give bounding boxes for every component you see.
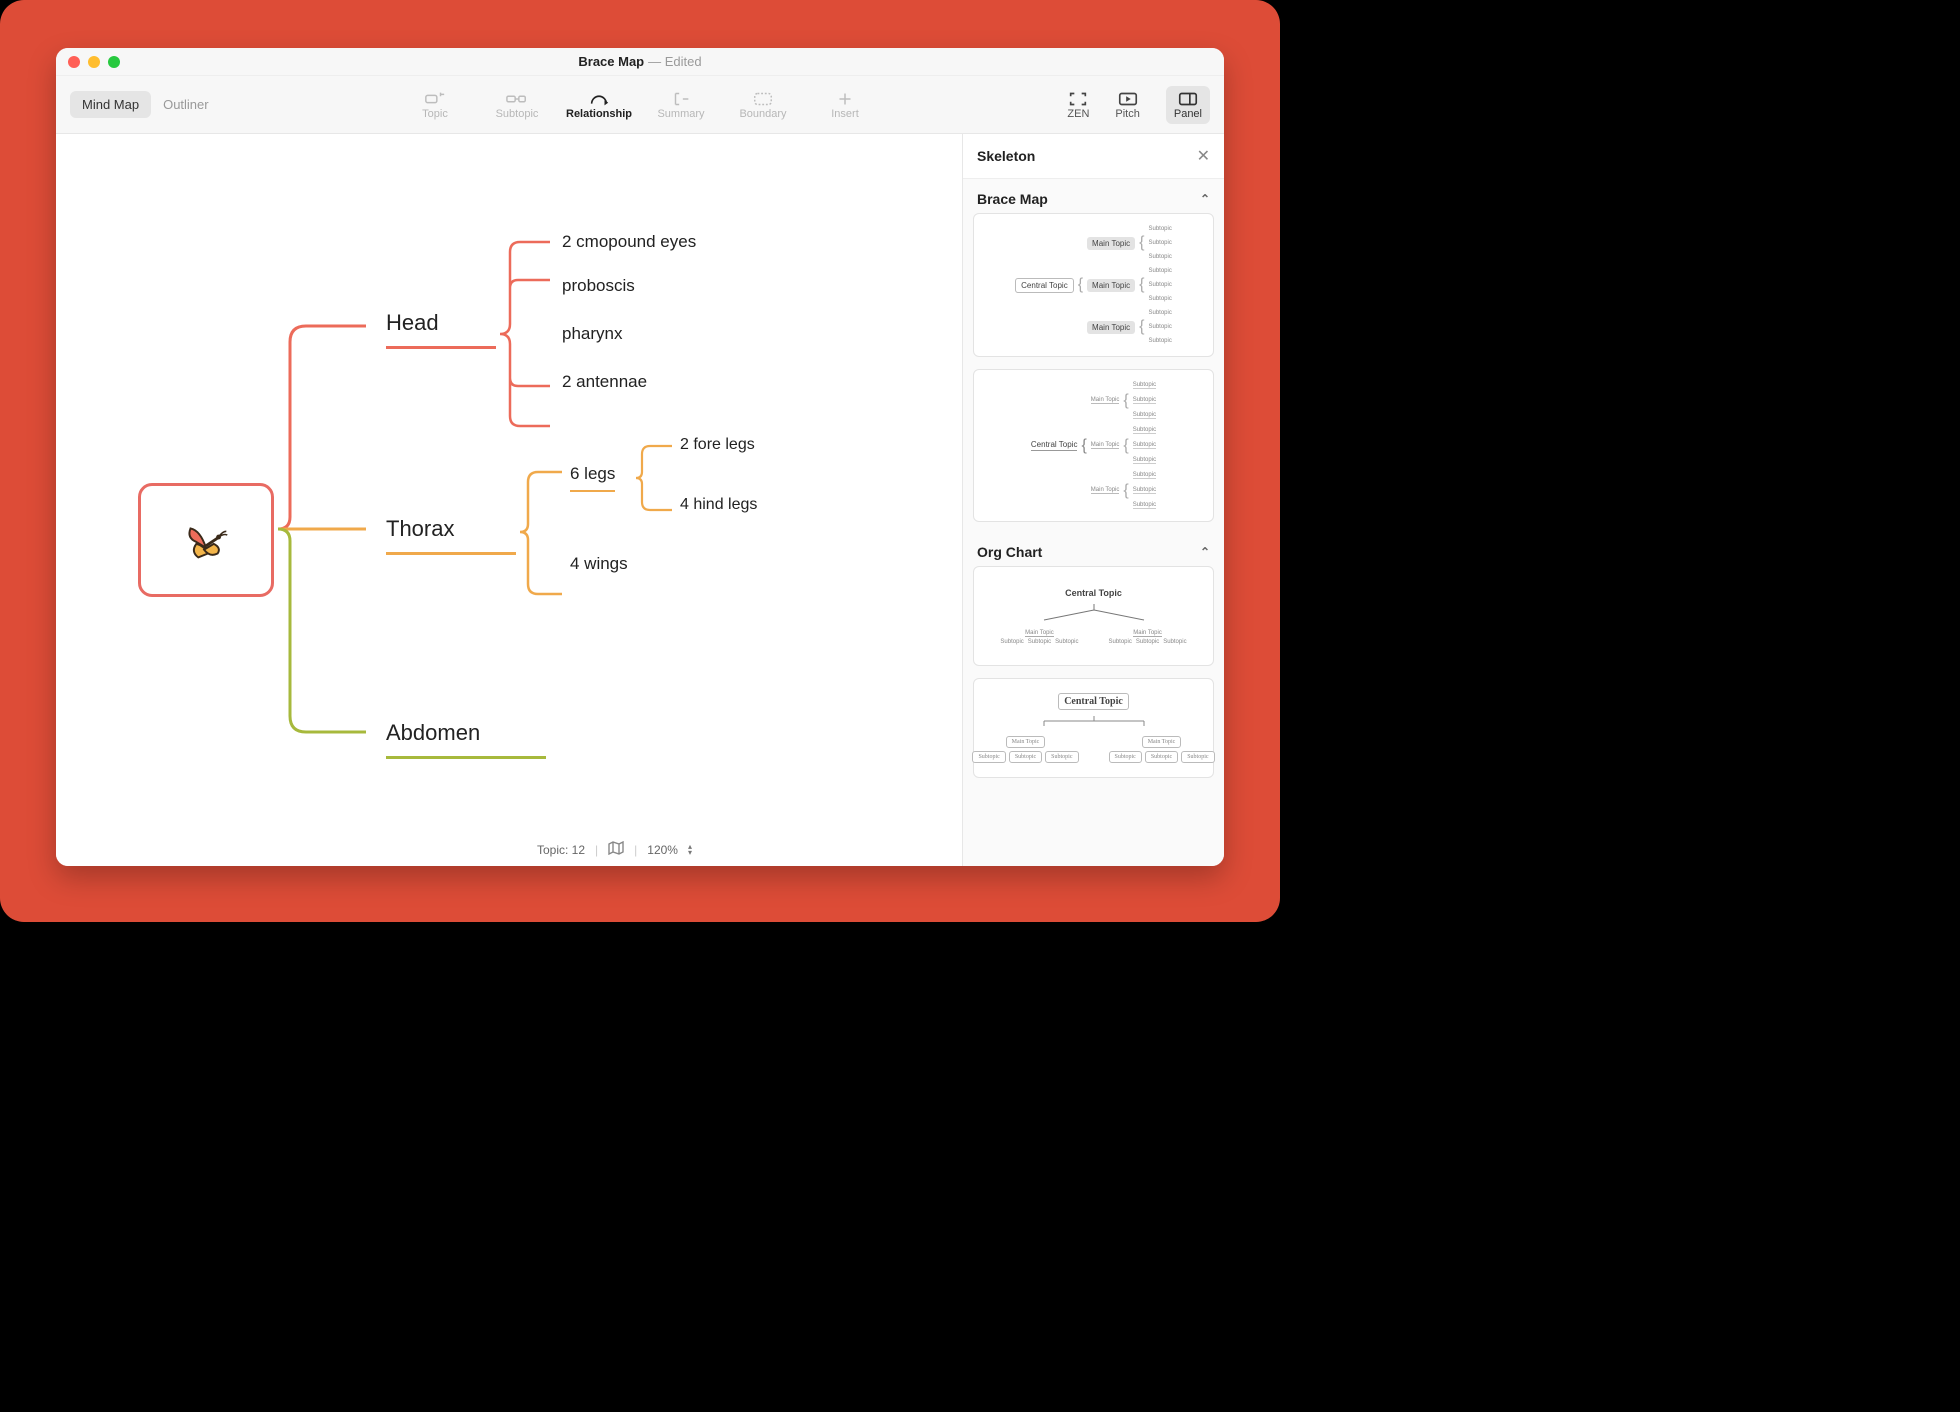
head-sub-2[interactable]: proboscis [562, 276, 635, 296]
org-template-2[interactable]: Central Topic Main Topic SubtopicSubtopi… [973, 678, 1214, 778]
tool-pitch[interactable]: Pitch [1115, 90, 1139, 120]
branch-thorax-label: Thorax [386, 516, 454, 541]
category-org-label: Org Chart [977, 544, 1042, 560]
branch-head-label: Head [386, 310, 439, 335]
brace-template-1[interactable]: Central Topic { Main Topic{SubtopicSubto… [973, 213, 1214, 357]
tab-outliner[interactable]: Outliner [151, 91, 221, 118]
side-panel-close[interactable]: ✕ [1197, 146, 1210, 166]
chevron-up-icon: ⌃ [1200, 545, 1210, 559]
thorax-brace [516, 464, 566, 614]
tool-zen[interactable]: ZEN [1067, 90, 1089, 120]
tool-subtopic-label: Subtopic [496, 108, 539, 120]
window-subtitle: — Edited [648, 54, 701, 69]
tool-pitch-label: Pitch [1115, 108, 1139, 120]
tool-summary[interactable]: Summary [653, 90, 709, 120]
tool-insert-label: Insert [831, 108, 859, 120]
tool-topic[interactable]: Topic [407, 90, 463, 120]
tool-boundary-label: Boundary [739, 108, 786, 120]
tool-topic-label: Topic [422, 108, 448, 120]
tool-zen-label: ZEN [1067, 108, 1089, 120]
window-title: Brace Map [578, 54, 644, 69]
side-panel-title: Skeleton [977, 148, 1035, 164]
category-org-chart[interactable]: Org Chart ⌃ [963, 532, 1224, 566]
map-overview-icon[interactable] [608, 841, 624, 858]
window-zoom-button[interactable] [108, 56, 120, 68]
tool-insert[interactable]: Insert [817, 90, 873, 120]
branch-thorax[interactable]: Thorax [386, 516, 516, 555]
branch-abdomen[interactable]: Abdomen [386, 720, 546, 759]
head-brace [496, 234, 556, 434]
category-brace-map[interactable]: Brace Map ⌃ [963, 179, 1224, 213]
thumb-central-box: Central Topic [1015, 278, 1074, 293]
branch-abdomen-label: Abdomen [386, 720, 480, 745]
toolbar: Mind Map Outliner Topic Subtopic Relatio… [56, 76, 1224, 134]
head-sub-1[interactable]: 2 cmopound eyes [562, 232, 696, 252]
tool-panel[interactable]: Panel [1166, 86, 1210, 124]
thorax-wings[interactable]: 4 wings [570, 554, 628, 574]
root-brace [274, 314, 374, 744]
legs-sub-1[interactable]: 2 fore legs [680, 436, 755, 454]
legs-sub-2[interactable]: 4 hind legs [680, 496, 757, 514]
head-sub-3[interactable]: pharynx [562, 324, 622, 344]
window-close-button[interactable] [68, 56, 80, 68]
chevron-up-icon: ⌃ [1200, 192, 1210, 206]
tool-subtopic[interactable]: Subtopic [489, 90, 545, 120]
butterfly-icon [177, 511, 235, 569]
titlebar: Brace Map — Edited [56, 48, 1224, 76]
tool-summary-label: Summary [657, 108, 704, 120]
tool-relationship-label: Relationship [566, 108, 632, 120]
org-template-1[interactable]: Central Topic Main Topic SubtopicSubtopi… [973, 566, 1214, 666]
head-sub-4[interactable]: 2 antennae [562, 372, 647, 392]
tab-mind-map[interactable]: Mind Map [70, 91, 151, 118]
root-node[interactable] [138, 483, 274, 597]
zoom-stepper[interactable]: ▴▾ [688, 844, 692, 856]
side-panel: Skeleton ✕ Brace Map ⌃ Central Topic { M… [962, 134, 1224, 866]
canvas[interactable]: Head 2 cmopound eyes proboscis pharynx 2… [56, 134, 962, 866]
tool-boundary[interactable]: Boundary [735, 90, 791, 120]
legs-brace [632, 440, 676, 520]
topic-count: Topic: 12 [537, 843, 585, 857]
category-brace-label: Brace Map [977, 191, 1048, 207]
thorax-legs[interactable]: 6 legs [570, 464, 615, 492]
status-bar: Topic: 12 | | 120% ▴▾ [537, 841, 692, 858]
zoom-level[interactable]: 120% [647, 843, 678, 857]
branch-head[interactable]: Head [386, 310, 496, 349]
tool-relationship[interactable]: Relationship [571, 90, 627, 120]
tool-panel-label: Panel [1174, 108, 1202, 120]
window-minimize-button[interactable] [88, 56, 100, 68]
brace-template-2[interactable]: Central Topic { Main Topic{SubtopicSubto… [973, 369, 1214, 522]
